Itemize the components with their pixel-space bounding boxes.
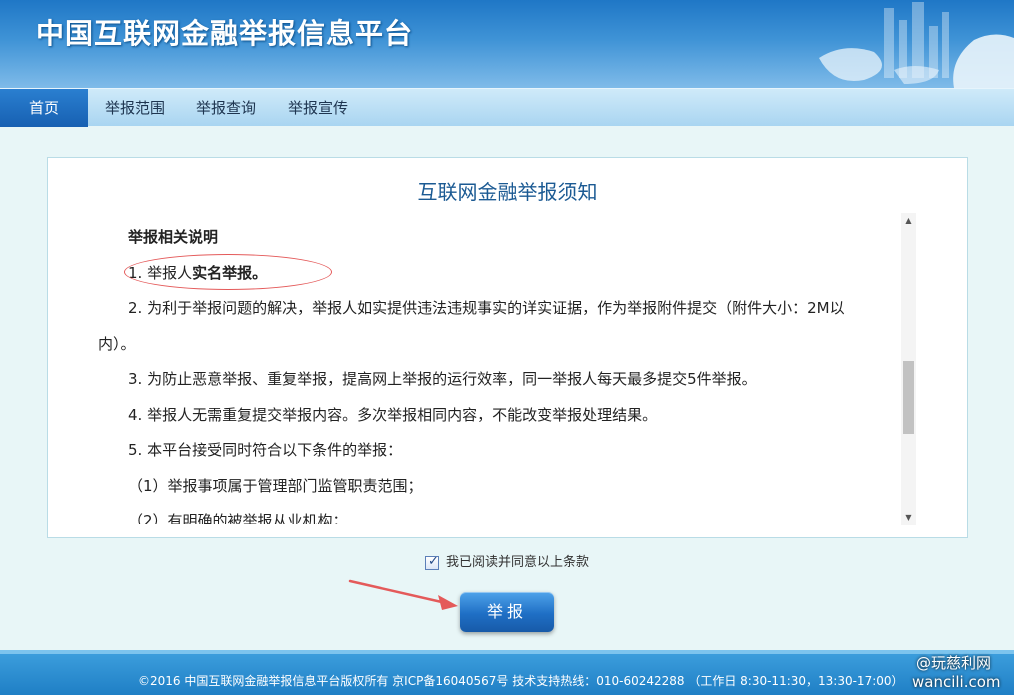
notice-item-2-cont: 内）。 [98, 334, 136, 353]
notice-item-4: 4. 举报人无需重复提交举报内容。多次举报相同内容，不能改变举报处理结果。 [128, 405, 658, 424]
nav-item-report-query[interactable]: 举报查询 [183, 89, 269, 127]
nav-item-report-promo[interactable]: 举报宣传 [275, 89, 361, 127]
site-title: 中国互联网金融举报信息平台 [36, 17, 414, 50]
highlight-ellipse [124, 254, 332, 290]
notice-heading: 举报相关说明 [128, 228, 219, 246]
arrow-icon [348, 579, 458, 610]
notice-item-2: 2. 为利于举报问题的解决，举报人如实提供违法违规事实的详实证据，作为举报附件提… [128, 299, 845, 317]
agree-checkbox[interactable] [425, 554, 439, 570]
watermark-line-2: wancili.com [912, 673, 1001, 691]
scroll-up-icon[interactable]: ▲ [901, 213, 916, 228]
notice-item-3: 3. 为防止恶意举报、重复举报，提高网上举报的运行效率，同一举报人每天最多提交5… [128, 370, 757, 388]
notice-panel: 互联网金融举报须知 举报相关说明 1. 举报人实名举报。 2. 为利于举报问题的… [47, 157, 968, 538]
nav-item-report-scope[interactable]: 举报范围 [92, 89, 178, 127]
notice-sub-2: （2）有明确的被举报从业机构； [128, 512, 348, 524]
report-button[interactable]: 举报 [460, 592, 554, 632]
notice-scrollbar[interactable]: ▲ ▼ [901, 213, 916, 525]
agree-label[interactable]: 我已阅读并同意以上条款 [446, 555, 589, 571]
world-map-decoration [819, 2, 1014, 88]
scroll-down-icon[interactable]: ▼ [901, 510, 916, 525]
scroll-thumb[interactable] [903, 361, 914, 434]
main-nav: 首页 举报范围 举报查询 举报宣传 [0, 88, 1014, 127]
notice-sub-1: （1）举报事项属于管理部门监管职责范围； [128, 476, 423, 495]
notice-item-5: 5. 本平台接受同时符合以下条件的举报： [128, 441, 403, 459]
watermark-line-1: @玩慈利网 [916, 654, 992, 672]
nav-item-home[interactable]: 首页 [0, 89, 88, 127]
footer-copyright: ©2016 中国互联网金融举报信息平台版权所有 京ICP备16040567号 技… [138, 674, 904, 688]
footer: ©2016 中国互联网金融举报信息平台版权所有 京ICP备16040567号 技… [0, 650, 1014, 695]
notice-title: 互联网金融举报须知 [417, 180, 598, 204]
header-banner: 中国互联网金融举报信息平台 [0, 0, 1014, 88]
